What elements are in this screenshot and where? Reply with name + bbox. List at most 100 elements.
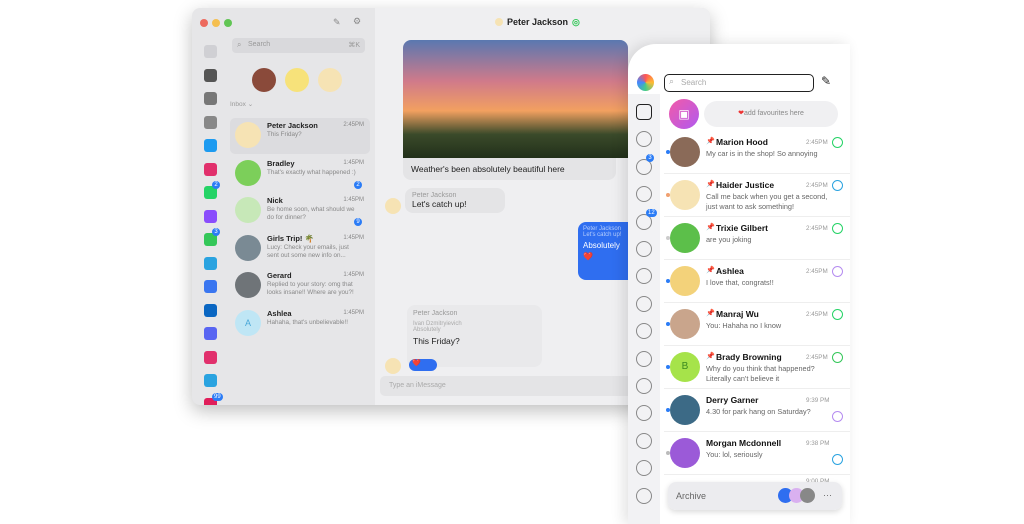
conversation-row[interactable]: Gerard 1:45PM Replied to your story: omg… (230, 268, 370, 304)
avatar (495, 18, 503, 26)
twitter-icon[interactable] (204, 139, 217, 152)
message-text[interactable]: This Friday? (413, 336, 536, 346)
settings-icon[interactable]: ⚙ (353, 16, 361, 27)
conversation-row[interactable]: Morgan Mcdonnell 9:38 PM You: lol, serio… (664, 432, 850, 475)
message-input[interactable]: Type an iMessage (380, 376, 640, 396)
compose-icon[interactable]: ✎ (821, 74, 831, 88)
profile-avatar[interactable] (637, 74, 654, 91)
layers-icon[interactable] (204, 45, 217, 58)
discord-icon[interactable] (204, 327, 217, 340)
google-chat-icon[interactable] (636, 378, 652, 394)
contact-name: Derry Garner (706, 395, 759, 405)
menu-icon[interactable] (636, 487, 652, 504)
conversation-row[interactable]: Derry Garner 9:39 PM 4.30 for park hang … (664, 389, 850, 432)
conversation-row[interactable]: Marion Hood 📌 2:45PM My car is in the sh… (664, 131, 850, 174)
inbox-icon[interactable] (204, 92, 217, 105)
archive-bar[interactable]: Archive ··· (668, 482, 842, 510)
unread-badge: 9 (354, 218, 362, 226)
search-icon: ⌕ (237, 40, 242, 49)
conversation-row[interactable]: Manraj Wu 📌 2:45PM You: Hahaha no I know (664, 303, 850, 346)
imessage-icon[interactable]: 3 (204, 228, 220, 246)
conversation-row[interactable]: Haider Justice 📌 2:45PM Call me back whe… (664, 174, 850, 217)
whatsapp-icon[interactable]: 2 (204, 181, 220, 199)
discord-icon[interactable] (636, 241, 652, 257)
pin-icon: 📌 (706, 181, 715, 188)
conversation-row[interactable]: Peter Jackson 2:45PM This Friday? (230, 118, 370, 154)
pin-icon: 📌 (706, 310, 715, 317)
dots-circle-icon[interactable]: 3 (636, 153, 654, 175)
favorite-avatar[interactable] (318, 68, 342, 92)
conversation-row[interactable]: Girls Trip! 🌴 1:45PM Lucy: Check your em… (230, 231, 370, 267)
sunset-photo[interactable] (403, 40, 628, 158)
inbox-dropdown[interactable]: Inbox ⌄ (230, 100, 253, 108)
message-text[interactable]: Let's catch up! (412, 199, 498, 209)
instagram-icon[interactable] (204, 350, 217, 364)
message-preview: This Friday? (267, 131, 302, 138)
contact-name: Manraj Wu (716, 309, 759, 319)
search-input[interactable]: ⌕ Search (664, 74, 814, 92)
message-preview: Replied to your story: omg that looks in… (267, 281, 354, 296)
whatsapp-icon[interactable] (636, 186, 652, 203)
contact-name: Brady Browning (716, 352, 782, 362)
avatar (385, 358, 401, 374)
pin-icon: 📌 (706, 353, 715, 360)
conversation-row[interactable]: Trixie Gilbert 📌 2:45PM are you joking (664, 217, 850, 260)
contact-name: Haider Justice (716, 180, 775, 190)
reaction-pill[interactable]: ❤️ (409, 359, 437, 371)
twitter-icon[interactable] (636, 295, 652, 312)
network-icon (832, 266, 843, 277)
slack-icon[interactable] (636, 131, 652, 148)
message-preview: Hahaha, that's unbelievable!! (267, 318, 349, 326)
conversation-row[interactable]: Nick 1:45PM Be home soon, what should we… (230, 193, 370, 229)
telegram-icon[interactable]: 12 (636, 208, 657, 230)
network-icon (832, 454, 843, 465)
beeper-icon[interactable] (636, 323, 652, 340)
avatar (235, 272, 261, 298)
search-input[interactable]: ⌕ Search ⌘K (232, 38, 365, 53)
timestamp: 2:45PM (343, 122, 364, 128)
telegram-icon[interactable] (204, 256, 217, 270)
unread-badge: 3 (212, 228, 220, 236)
signal-icon[interactable] (636, 268, 652, 285)
more-button[interactable]: ··· (823, 490, 832, 500)
chats-icon[interactable] (636, 104, 652, 120)
search-icon: ⌕ (669, 76, 675, 86)
message-preview: You: Hahaha no I know (706, 321, 782, 330)
message-preview: are you joking (706, 235, 752, 244)
telegram-icon[interactable] (204, 374, 217, 387)
avatar (670, 223, 700, 253)
avatar: B (670, 352, 700, 382)
favourites-icon[interactable]: ▣ (669, 99, 699, 129)
favorite-avatar[interactable] (252, 68, 276, 92)
add-favourites-hint[interactable]: ❤add favourites here (704, 101, 838, 127)
instagram-icon[interactable] (204, 162, 217, 176)
conversation-row[interactable]: B Brady Browning 📌 2:45PM Why do you thi… (664, 346, 850, 389)
close-window-button[interactable] (200, 19, 208, 27)
chat-icon[interactable] (636, 460, 652, 477)
instagram-icon[interactable] (636, 405, 652, 422)
unread-badge: 99 (212, 392, 223, 401)
messenger-icon[interactable] (636, 350, 652, 367)
chat-bubbles-icon[interactable] (204, 68, 217, 82)
matrix-icon[interactable] (636, 432, 652, 449)
timestamp: 1:45PM (343, 272, 364, 278)
conversation-row[interactable]: Bradley 1:45PM That's exactly what happe… (230, 156, 370, 192)
heart-reaction-icon[interactable]: ❤️ (583, 252, 633, 261)
message-preview: My car is in the shop! So annoying (706, 149, 818, 158)
message-preview: I love that, congrats!! (706, 278, 774, 287)
avatar (670, 266, 700, 296)
arrow-icon[interactable] (204, 115, 217, 129)
compose-icon[interactable]: ✎ (333, 17, 341, 28)
linkedin-icon[interactable] (204, 303, 217, 317)
favorite-avatar[interactable] (285, 68, 309, 92)
conversation-row[interactable]: Ashlea 📌 2:45PM I love that, congrats!! (664, 260, 850, 303)
messenger-icon[interactable] (204, 209, 217, 223)
slack-icon[interactable]: 99 (204, 392, 223, 405)
shortcut-hint: ⌘K (348, 42, 360, 49)
avatar (670, 438, 700, 468)
signal-icon[interactable] (204, 280, 217, 293)
conversation-row[interactable]: A Ashlea 1:45PM Hahaha, that's unbelieva… (230, 306, 370, 342)
message-bubble[interactable]: Weather's been absolutely beautiful here (403, 158, 616, 180)
chat-header[interactable]: Peter Jackson ◎ (495, 17, 580, 28)
minimize-window-button[interactable] (212, 19, 220, 27)
